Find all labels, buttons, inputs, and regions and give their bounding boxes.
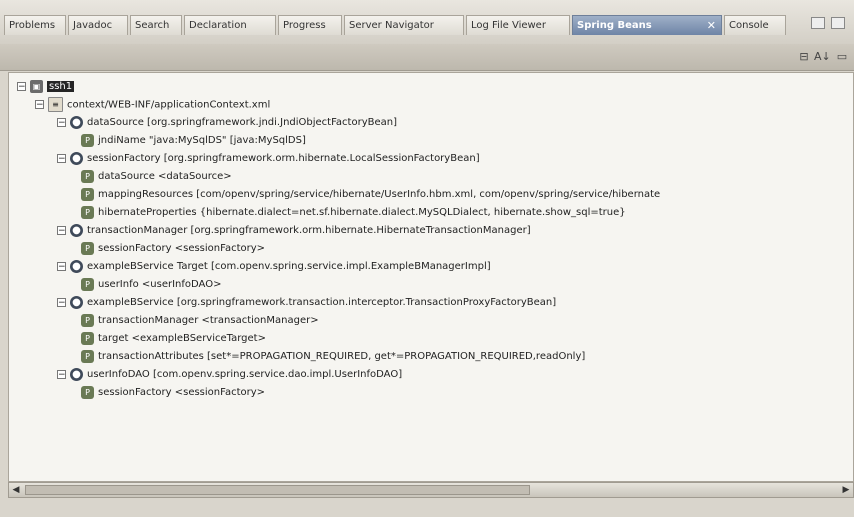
collapse-icon[interactable]: −	[57, 153, 66, 163]
tab-label: Declaration	[189, 20, 247, 31]
tab-problems[interactable]: Problems	[4, 15, 66, 35]
bean-icon: ●	[70, 115, 83, 129]
tree-node-property[interactable]: PsessionFactory <sessionFactory>	[81, 241, 265, 257]
tree-node-bean[interactable]: − ● dataSource [org.springframework.jndi.J…	[57, 115, 397, 131]
tree-node-bean[interactable]: − ● userInfoDAO [com.openv.spring.service.…	[57, 367, 402, 383]
spring-beans-tree: − ▣ ssh1 − ≡ context/WEB-INF/applicationCont…	[8, 72, 854, 482]
tree-node-bean[interactable]: − ● exampleBService [org.springframework.t…	[57, 295, 556, 311]
scroll-left-icon[interactable]: ◀	[9, 483, 23, 497]
collapse-icon[interactable]: −	[17, 81, 26, 91]
maximize-icon[interactable]	[831, 17, 846, 29]
project-label: ssh1	[47, 81, 75, 92]
tab-spring-beans[interactable]: Spring Beans ✕	[572, 15, 722, 35]
tab-progress[interactable]: Progress	[278, 15, 342, 35]
view-window-controls	[808, 17, 848, 33]
tree-node-property[interactable]: PtransactionAttributes [set*=PROPAGATION…	[81, 349, 847, 365]
tab-log-file-viewer[interactable]: Log File Viewer	[466, 15, 570, 35]
tree-node-config-file[interactable]: − ≡ context/WEB-INF/applicationContext.xml	[35, 97, 270, 113]
bean-icon: ●	[70, 223, 83, 237]
bean-label: exampleBService [org.springframework.tra…	[87, 297, 557, 308]
tree-node-property[interactable]: PjndiName "java:MySqlDS" [java:MySqlDS]	[81, 133, 306, 149]
tree-node-bean[interactable]: − ● sessionFactory [org.springframework.or…	[57, 151, 480, 167]
bean-label: transactionManager [org.springframework.…	[87, 225, 531, 236]
tree-node-bean[interactable]: − ● exampleBService Target [com.openv.spri…	[57, 259, 491, 275]
tab-label: Search	[135, 20, 170, 31]
property-icon: P	[81, 331, 94, 345]
collapse-all-icon[interactable]: ⊟	[796, 49, 812, 65]
horizontal-scrollbar[interactable]: ◀ ▶	[8, 482, 854, 498]
tree-node-property[interactable]: PhibernateProperties {hibernate.dialect=…	[81, 205, 847, 221]
collapse-icon[interactable]: −	[57, 297, 66, 307]
bean-icon: ●	[70, 259, 83, 273]
scroll-right-icon[interactable]: ▶	[839, 483, 853, 497]
tree-node-property[interactable]: PdataSource <dataSource>	[81, 169, 232, 185]
minimize-icon[interactable]	[811, 17, 825, 29]
property-icon: P	[81, 187, 94, 201]
tab-javadoc[interactable]: Javadoc	[68, 15, 128, 35]
tab-label: Problems	[9, 20, 56, 31]
property-label: transactionManager <transactionManager>	[98, 315, 319, 326]
tab-label: Progress	[283, 20, 326, 31]
collapse-icon[interactable]: −	[57, 369, 66, 379]
bean-label: userInfoDAO [com.openv.spring.service.da…	[87, 369, 403, 380]
tree-node-project[interactable]: − ▣ ssh1	[17, 79, 75, 95]
property-icon: P	[81, 241, 94, 255]
collapse-icon[interactable]: −	[57, 117, 66, 127]
tab-label: Spring Beans	[577, 20, 652, 31]
bean-label: dataSource [org.springframework.jndi.Jnd…	[87, 117, 398, 128]
property-icon: P	[81, 205, 94, 219]
property-icon: P	[81, 277, 94, 291]
property-icon: P	[81, 313, 94, 327]
tab-search[interactable]: Search	[130, 15, 182, 35]
config-file-label: context/WEB-INF/applicationContext.xml	[67, 99, 271, 111]
tab-label: Console	[729, 20, 769, 31]
property-icon: P	[81, 169, 94, 183]
collapse-icon[interactable]: −	[35, 100, 44, 110]
property-label: userInfo <userInfoDAO>	[98, 279, 222, 290]
tree-node-bean[interactable]: − ● transactionManager [org.springframewor…	[57, 223, 531, 239]
scrollbar-thumb[interactable]	[25, 485, 530, 495]
close-icon[interactable]: ✕	[707, 16, 716, 35]
view-menu-icon[interactable]: ▭	[834, 49, 850, 65]
collapse-icon[interactable]: −	[57, 225, 66, 235]
tab-label: Log File Viewer	[471, 20, 546, 31]
view-toolbar: ⊟ A↓ ▭	[0, 44, 854, 71]
sort-icon[interactable]: A↓	[814, 49, 831, 65]
property-icon: P	[81, 133, 94, 147]
project-icon: ▣	[30, 79, 43, 93]
tree-node-property[interactable]: PmappingResources [com/openv/spring/serv…	[81, 187, 847, 203]
bean-icon: ●	[70, 367, 83, 381]
property-label: target <exampleBServiceTarget>	[98, 333, 266, 344]
property-label: jndiName "java:MySqlDS" [java:MySqlDS]	[98, 135, 306, 146]
bean-label: exampleBService Target [com.openv.spring…	[87, 261, 491, 272]
tab-declaration[interactable]: Declaration	[184, 15, 276, 35]
tree-node-property[interactable]: PsessionFactory <sessionFactory>	[81, 385, 265, 401]
bottom-margin	[0, 498, 854, 517]
property-label: dataSource <dataSource>	[98, 171, 232, 182]
property-label: sessionFactory <sessionFactory>	[98, 243, 266, 254]
bean-label: sessionFactory [org.springframework.orm.…	[87, 153, 480, 164]
property-icon: P	[81, 349, 94, 363]
property-label: transactionAttributes [set*=PROPAGATION_…	[98, 351, 586, 362]
xml-file-icon: ≡	[48, 97, 63, 112]
bean-icon: ●	[70, 295, 83, 309]
tab-server-navigator[interactable]: Server Navigator	[344, 15, 464, 35]
tab-label: Javadoc	[73, 20, 113, 31]
tab-label: Server Navigator	[349, 20, 434, 31]
tab-console[interactable]: Console	[724, 15, 786, 35]
collapse-icon[interactable]: −	[57, 261, 66, 271]
view-tab-bar: Problems Javadoc Search Declaration Prog…	[0, 0, 854, 44]
property-label: sessionFactory <sessionFactory>	[98, 387, 266, 398]
tree-node-property[interactable]: PtransactionManager <transactionManager>	[81, 313, 319, 329]
tree-node-property[interactable]: PuserInfo <userInfoDAO>	[81, 277, 221, 293]
property-label: mappingResources [com/openv/spring/servi…	[98, 189, 661, 200]
tree-node-property[interactable]: Ptarget <exampleBServiceTarget>	[81, 331, 266, 347]
bean-icon: ●	[70, 151, 83, 165]
property-icon: P	[81, 385, 94, 399]
property-label: hibernateProperties {hibernate.dialect=n…	[98, 207, 626, 218]
